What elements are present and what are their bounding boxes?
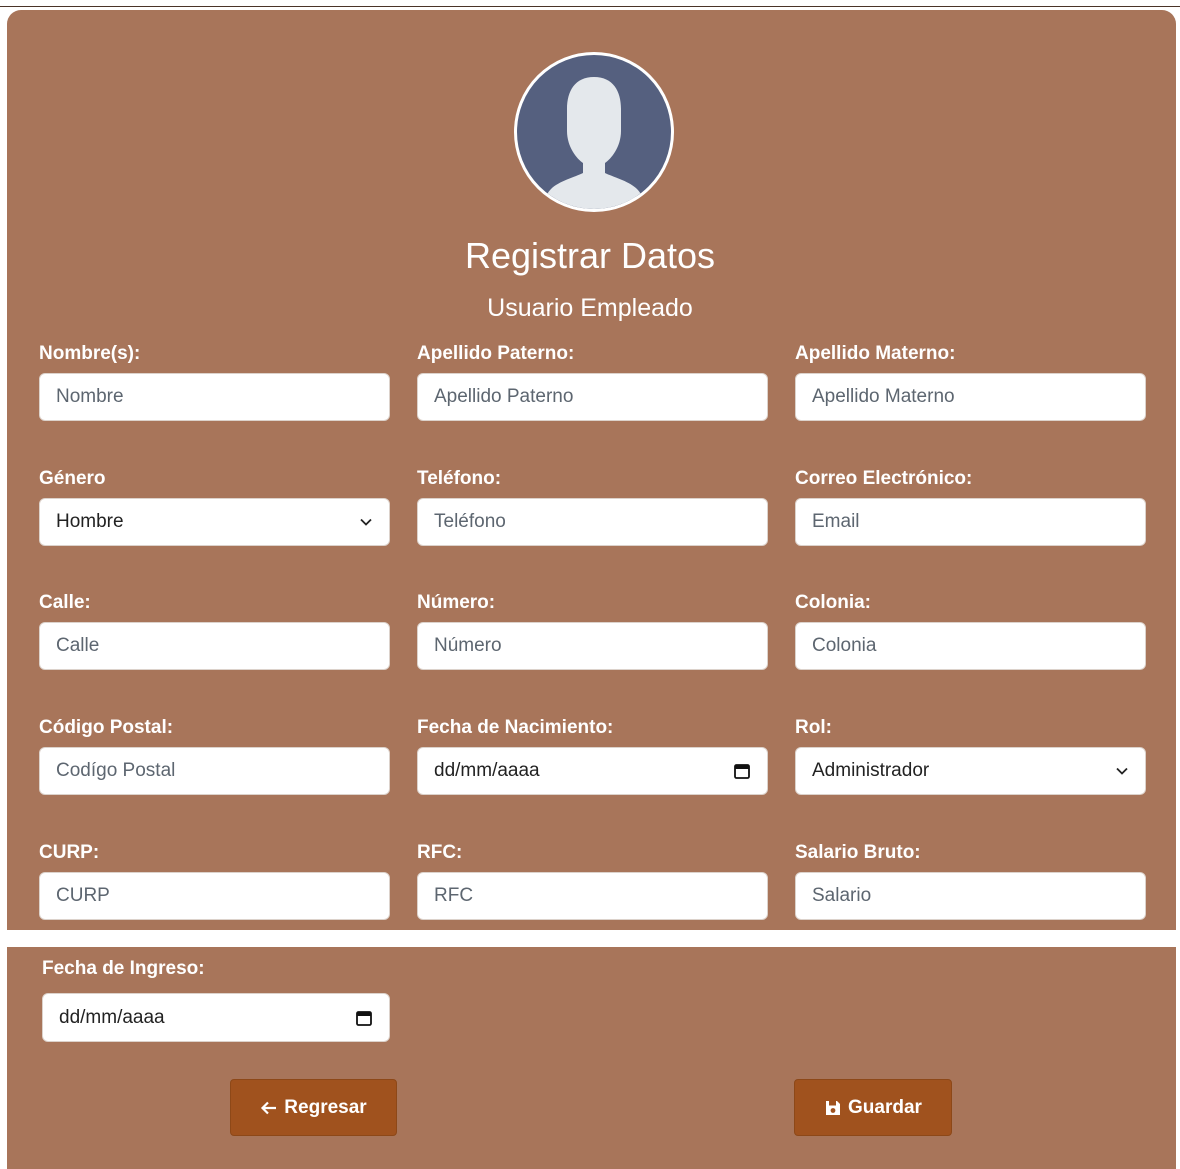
save-button-label: Guardar xyxy=(848,1096,922,1118)
page-title: Registrar Datos xyxy=(464,235,716,276)
back-button-label: Regresar xyxy=(284,1096,367,1118)
fecha-ingreso-date-input[interactable]: dd/mm/aaaa xyxy=(42,993,390,1042)
fecha-nacimiento-value: dd/mm/aaaa xyxy=(434,760,540,781)
avatar xyxy=(514,52,674,212)
numero-field-group: Número: xyxy=(417,591,768,670)
colonia-input[interactable] xyxy=(795,622,1146,670)
colonia-field-group: Colonia: xyxy=(795,591,1146,670)
chevron-down-icon xyxy=(1116,767,1128,775)
rfc-label: RFC: xyxy=(417,842,463,863)
rol-selected-value: Administrador xyxy=(812,760,930,781)
fecha-ingreso-field-group: Fecha de Ingreso: dd/mm/aaaa xyxy=(42,957,390,1042)
nombre-field-group: Nombre(s): xyxy=(39,342,390,421)
apellido-paterno-label: Apellido Paterno: xyxy=(417,343,575,364)
user-silhouette-icon xyxy=(543,77,645,209)
rfc-input[interactable] xyxy=(417,872,768,920)
top-border xyxy=(0,0,1180,7)
fecha-nacimiento-label: Fecha de Nacimiento: xyxy=(417,717,614,738)
numero-input[interactable] xyxy=(417,622,768,670)
rol-label: Rol: xyxy=(795,717,832,738)
apellido-materno-field-group: Apellido Materno: xyxy=(795,342,1146,421)
fecha-ingreso-value: dd/mm/aaaa xyxy=(59,1006,165,1028)
fecha-ingreso-label: Fecha de Ingreso: xyxy=(42,958,205,979)
save-button[interactable]: Guardar xyxy=(794,1079,952,1136)
genero-select[interactable]: Hombre xyxy=(39,498,390,546)
telefono-label: Teléfono: xyxy=(417,468,502,489)
rol-field-group: Rol: Administrador xyxy=(795,716,1146,795)
telefono-field-group: Teléfono: xyxy=(417,467,768,546)
apellido-materno-label: Apellido Materno: xyxy=(795,343,956,364)
genero-selected-value: Hombre xyxy=(56,511,124,532)
salario-input[interactable] xyxy=(795,872,1146,920)
salario-label: Salario Bruto: xyxy=(795,842,921,863)
colonia-label: Colonia: xyxy=(795,592,871,613)
email-input[interactable] xyxy=(795,498,1146,546)
arrow-left-icon xyxy=(261,1101,277,1114)
fecha-nacimiento-field-group: Fecha de Nacimiento: dd/mm/aaaa xyxy=(417,716,768,795)
correo-field-group: Correo Electrónico: xyxy=(795,467,1146,546)
chevron-down-icon xyxy=(360,518,372,526)
calle-label: Calle: xyxy=(39,592,91,613)
calle-input[interactable] xyxy=(39,622,390,670)
curp-label: CURP: xyxy=(39,842,100,863)
apellido-paterno-field-group: Apellido Paterno: xyxy=(417,342,768,421)
apellido-materno-input[interactable] xyxy=(795,373,1146,421)
page-subtitle: Usuario Empleado xyxy=(487,294,693,322)
curp-input[interactable] xyxy=(39,872,390,920)
rol-select[interactable]: Administrador xyxy=(795,747,1146,795)
numero-label: Número: xyxy=(417,592,496,613)
codigo-postal-input[interactable] xyxy=(39,747,390,795)
apellido-paterno-input[interactable] xyxy=(417,373,768,421)
rfc-field-group: RFC: xyxy=(417,841,768,920)
calendar-icon[interactable] xyxy=(733,762,751,780)
nombre-label: Nombre(s): xyxy=(39,343,141,364)
nombre-input[interactable] xyxy=(39,373,390,421)
telefono-input[interactable] xyxy=(417,498,768,546)
salario-field-group: Salario Bruto: xyxy=(795,841,1146,920)
correo-label: Correo Electrónico: xyxy=(795,468,973,489)
genero-label: Género xyxy=(39,468,106,489)
back-button[interactable]: Regresar xyxy=(230,1079,397,1136)
floppy-disk-icon xyxy=(826,1100,841,1115)
codigo-postal-field-group: Código Postal: xyxy=(39,716,390,795)
calendar-icon[interactable] xyxy=(355,1009,373,1027)
codigo-postal-label: Código Postal: xyxy=(39,717,174,738)
curp-field-group: CURP: xyxy=(39,841,390,920)
calle-field-group: Calle: xyxy=(39,591,390,670)
genero-field-group: Género Hombre xyxy=(39,467,390,546)
fecha-nacimiento-date-input[interactable]: dd/mm/aaaa xyxy=(417,747,768,795)
